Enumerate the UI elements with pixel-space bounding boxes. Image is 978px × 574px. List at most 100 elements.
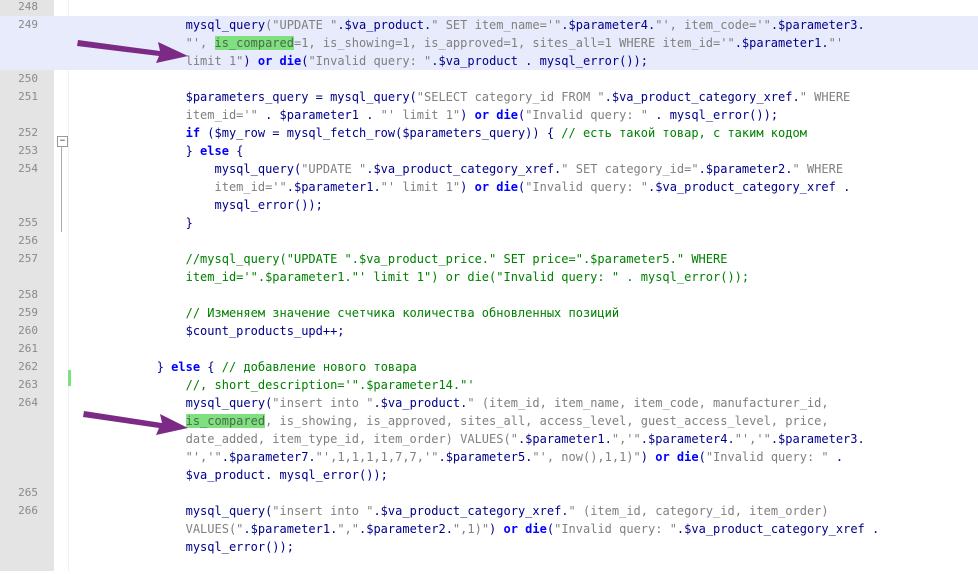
line-number: 265 xyxy=(18,486,38,499)
code-token: "Invalid query: " xyxy=(525,180,649,194)
code-token: "Invalid query: " xyxy=(705,450,829,464)
code-line: 261 xyxy=(0,340,978,358)
line-number: 263 xyxy=(18,378,38,391)
code-text: mysql_query("UPDATE ".$va_product_catego… xyxy=(70,160,978,178)
fold-toggle-icon[interactable]: − xyxy=(57,136,68,147)
line-number: 249 xyxy=(18,18,38,31)
code-line: 248 xyxy=(0,0,978,16)
line-number: 256 xyxy=(18,234,38,247)
code-text: mysql_error()); xyxy=(70,196,978,214)
code-line: "', is_compared=1, is_showing=1, is_appr… xyxy=(0,34,978,52)
search-match-highlight: is_compared xyxy=(185,414,266,428)
code-token: "', now(),1,1)" xyxy=(532,450,641,464)
code-text: "','".$parameter7."',1,1,1,1,7,7,'".$par… xyxy=(70,448,978,466)
code-token: "' limit 1" xyxy=(380,180,461,194)
code-text: item_id='".$parameter1."' limit 1") or d… xyxy=(70,268,978,286)
code-line: 256 xyxy=(0,232,978,250)
code-text: mysql_error()); xyxy=(70,538,978,556)
code-token: item_id='".$parameter1."' limit 1") or d… xyxy=(70,270,750,284)
code-token: "', xyxy=(70,36,215,50)
code-token: "',1,1,1,1,7,7,'" xyxy=(315,450,439,464)
line-number: 258 xyxy=(18,288,38,301)
code-line: item_id='".$parameter1."' limit 1") or d… xyxy=(0,268,978,286)
code-text: mysql_query("insert into ".$va_product."… xyxy=(70,394,978,412)
code-token: "Invalid query: " xyxy=(308,54,432,68)
code-token: .$parameter1. xyxy=(517,432,612,446)
code-line: item_id='".$parameter1."' limit 1") or d… xyxy=(0,178,978,196)
code-token: " SET category_id=" xyxy=(561,162,699,176)
line-number: 248 xyxy=(18,0,38,13)
code-token: .$parameter1. xyxy=(286,180,381,194)
code-line: $va_product. mysql_error()); xyxy=(0,466,978,484)
code-text: $count_products_upd++; xyxy=(70,322,978,340)
code-token: ("UPDATE " xyxy=(265,18,338,32)
line-number: 262 xyxy=(18,360,38,373)
code-token: ) xyxy=(243,54,258,68)
line-number: 257 xyxy=(18,252,38,265)
code-token: or die xyxy=(474,180,518,194)
code-text: is_compared, is_showing, is_approved, si… xyxy=(70,412,978,430)
code-line: item_id='" . $parameter1 . "' limit 1") … xyxy=(0,106,978,124)
code-token: "' limit 1" xyxy=(380,108,461,122)
line-number: 260 xyxy=(18,324,38,337)
code-text: //, short_description='".$parameter14."' xyxy=(70,376,978,394)
code-token: . $parameter1 . xyxy=(257,108,381,122)
line-number: 252 xyxy=(18,126,38,139)
code-text: $parameters_query = mysql_query("SELECT … xyxy=(70,88,978,106)
code-token: ",'" xyxy=(611,432,641,446)
code-token: // Изменяем значение счетчика количества… xyxy=(70,306,620,320)
fold-line xyxy=(61,146,62,232)
code-text: limit 1") or die("Invalid query: ".$va_p… xyxy=(70,52,978,70)
code-token: =1, is_showing=1, is_approved=1, sites_a… xyxy=(293,36,735,50)
code-line: 266 mysql_query("insert into ".$va_produ… xyxy=(0,502,978,520)
code-token: . xyxy=(828,450,844,464)
code-editor[interactable]: 248 249 mysql_query("UPDATE ".$va_product… xyxy=(0,0,978,571)
code-token: " WHERE xyxy=(792,162,844,176)
line-number: 264 xyxy=(18,396,38,409)
code-token: mysql_error()); xyxy=(70,540,294,554)
code-token: ( xyxy=(546,522,555,536)
code-token: { xyxy=(228,144,244,158)
code-token: $count_products_upd++; xyxy=(70,324,345,338)
code-token: else xyxy=(200,144,229,158)
code-token: "','" xyxy=(734,432,771,446)
code-token: item_id='" xyxy=(70,180,287,194)
line-number: 255 xyxy=(18,216,38,229)
code-token: "Invalid query: " xyxy=(525,108,649,122)
code-token: or die xyxy=(655,450,699,464)
code-token: ",1)" xyxy=(452,522,490,536)
line-number: 250 xyxy=(18,72,38,85)
code-token: .$va_product_category_xref . xyxy=(676,522,880,536)
line-number: 253 xyxy=(18,144,38,157)
code-token: .$parameter3. xyxy=(770,432,865,446)
code-token: "SELECT category_id FROM " xyxy=(416,90,605,104)
code-token: "," xyxy=(337,522,359,536)
code-line: 250 xyxy=(0,70,978,88)
code-line: 263 //, short_description='".$parameter1… xyxy=(0,376,978,394)
code-text: } else { // добавление нового товара xyxy=(70,358,978,376)
code-text: $va_product. mysql_error()); xyxy=(70,466,978,484)
change-marker xyxy=(68,370,71,386)
code-token: limit 1" xyxy=(70,54,244,68)
search-match-highlight: is_compared xyxy=(214,36,294,50)
code-token: " (item_id, item_name, item_code, manufa… xyxy=(467,396,829,410)
code-token: if xyxy=(185,126,201,140)
code-line xyxy=(0,556,978,574)
code-text: item_id='" . $parameter1 . "' limit 1") … xyxy=(70,106,978,124)
code-token: .$va_product_category_xref. xyxy=(366,162,562,176)
code-line: date_added, item_type_id, item_order) VA… xyxy=(0,430,978,448)
code-token: .$va_product. xyxy=(373,396,468,410)
code-text: } else { xyxy=(70,142,978,160)
code-token: "', item_code='" xyxy=(655,18,771,32)
code-token: //, short_description='".$parameter14."' xyxy=(70,378,475,392)
code-token: ($my_row = mysql_fetch_row($parameters_q… xyxy=(200,126,562,140)
line-number: 266 xyxy=(18,504,38,517)
code-token: else xyxy=(171,360,201,374)
